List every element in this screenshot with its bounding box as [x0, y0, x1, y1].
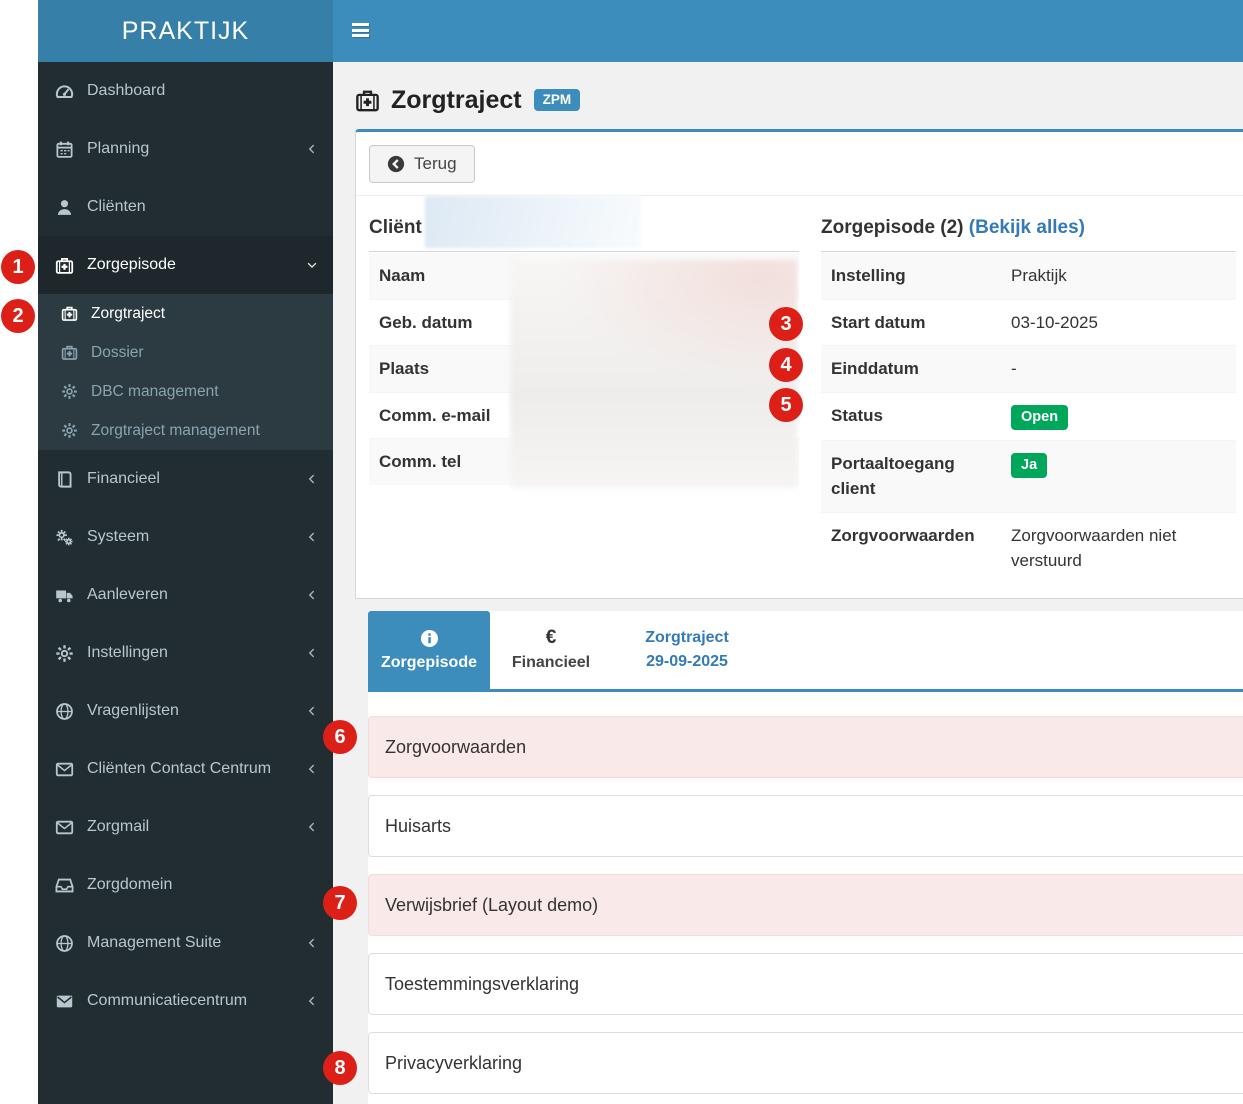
sidebar-item-zorgmail[interactable]: Zorgmail — [38, 798, 333, 856]
gear-icon — [61, 383, 78, 400]
brand-title: PRAKTIJK — [121, 16, 250, 45]
tab-financieel[interactable]: € Financieel — [490, 611, 612, 689]
brand-logo[interactable]: PRAKTIJK — [38, 0, 333, 62]
annotation-marker-8: 8 — [323, 1051, 357, 1085]
chevron-left-icon — [306, 937, 318, 949]
sidebar-item-planning[interactable]: Planning — [38, 120, 333, 178]
chevron-left-icon — [306, 473, 318, 485]
sidebar-item-communicatiecentrum[interactable]: Communicatiecentrum — [38, 972, 333, 1030]
chevron-left-icon — [306, 995, 318, 1007]
sidebar-item-management-suite[interactable]: Management Suite — [38, 914, 333, 972]
sidebar-item-dossier[interactable]: Dossier — [38, 333, 333, 372]
chevron-left-icon — [306, 647, 318, 659]
sidebar-item-aanleveren[interactable]: Aanleveren — [38, 566, 333, 624]
globe-icon — [55, 702, 74, 721]
envelope-icon — [55, 760, 74, 779]
chevron-left-icon — [306, 763, 318, 775]
inbox-icon — [55, 876, 74, 895]
annotation-marker-4: 4 — [769, 348, 803, 382]
sidebar-item-clienten-contact-centrum[interactable]: Cliënten Contact Centrum — [38, 740, 333, 798]
tab-section: Zorgepisode € Financieel Zorgtraject 29-… — [368, 611, 1243, 1104]
view-all-link[interactable]: (Bekijk alles) — [969, 217, 1085, 238]
hamburger-menu-icon[interactable] — [352, 23, 369, 40]
table-row: Instelling Praktijk — [821, 253, 1236, 299]
sidebar-item-financieel[interactable]: Financieel — [38, 450, 333, 508]
sidebar: Dashboard Planning Cliënten Zorgepisode … — [38, 62, 333, 1104]
table-row: Status Open — [821, 391, 1236, 441]
book-icon — [55, 470, 74, 489]
chevron-left-icon — [306, 705, 318, 717]
table-row: Portaaltoegang client Ja — [821, 439, 1236, 513]
table-row: Zorgvoorwaarden Zorgvoorwaarden niet ver… — [821, 511, 1236, 584]
truck-icon — [55, 586, 74, 605]
arrow-circle-left-icon — [387, 155, 405, 173]
globe-icon — [55, 934, 74, 953]
sidebar-item-clienten[interactable]: Cliënten — [38, 178, 333, 236]
chevron-left-icon — [306, 531, 318, 543]
envelope-filled-icon — [55, 992, 74, 1011]
gear-icon — [55, 644, 74, 663]
status-badge: Open — [1011, 404, 1069, 430]
page-title: Zorgtraject ZPM — [355, 82, 1243, 118]
tab-bar: Zorgepisode € Financieel Zorgtraject 29-… — [368, 611, 1243, 692]
medkit-icon — [61, 305, 78, 322]
medkit-icon — [55, 256, 74, 275]
table-row: Start datum 03-10-2025 — [821, 298, 1236, 346]
euro-icon: € — [545, 627, 557, 648]
episode-section: Zorgepisode (2) (Bekijk alles) Instellin… — [821, 204, 1236, 584]
client-section: Cliënt Naam Geb. datum Plaats Comm. e-ma… — [369, 196, 799, 584]
redacted-client-name — [425, 196, 641, 248]
calendar-icon — [55, 140, 74, 159]
top-navbar — [333, 0, 1243, 62]
sidebar-item-systeem[interactable]: Systeem — [38, 508, 333, 566]
annotation-marker-6: 6 — [323, 720, 357, 754]
episode-heading: Zorgepisode (2) (Bekijk alles) — [821, 204, 1236, 252]
accordion-verwijsbrief[interactable]: Verwijsbrief (Layout demo) — [368, 874, 1243, 936]
annotation-marker-3: 3 — [769, 307, 803, 341]
zorgepisode-submenu: Zorgtraject Dossier DBC management Zorgt… — [38, 294, 333, 450]
episode-table: Instelling Praktijk Start datum 03-10-20… — [821, 253, 1236, 584]
accordion-privacyverklaring[interactable]: Privacyverklaring — [368, 1032, 1243, 1094]
portal-access-badge: Ja — [1011, 452, 1048, 479]
sidebar-item-zorgtraject-management[interactable]: Zorgtraject management — [38, 411, 333, 450]
sidebar-item-zorgepisode[interactable]: Zorgepisode — [38, 236, 333, 294]
annotation-marker-7: 7 — [323, 886, 357, 920]
app-window: PRAKTIJK Dashboard Planning Cliënten Zor… — [38, 0, 1243, 1104]
accordion-zorgvoorwaarden[interactable]: Zorgvoorwaarden — [368, 716, 1243, 778]
gauge-icon — [55, 82, 74, 101]
sidebar-item-dashboard[interactable]: Dashboard — [38, 62, 333, 120]
tab-zorgepisode[interactable]: Zorgepisode — [368, 611, 490, 689]
chevron-down-icon — [306, 259, 318, 271]
main-content: Zorgtraject ZPM Terug Cliënt Naam Geb. d… — [333, 62, 1243, 1104]
medkit-icon — [61, 344, 78, 361]
annotation-marker-2: 2 — [1, 299, 35, 333]
sidebar-item-vragenlijsten[interactable]: Vragenlijsten — [38, 682, 333, 740]
tab-zorgtraject-datum[interactable]: Zorgtraject 29-09-2025 — [612, 611, 762, 689]
redacted-client-values — [510, 260, 797, 488]
table-row: Einddatum - — [821, 345, 1236, 392]
sidebar-item-dbc-management[interactable]: DBC management — [38, 372, 333, 411]
sidebar-item-zorgtraject[interactable]: Zorgtraject — [38, 294, 333, 333]
accordion-toestemmingsverklaring[interactable]: Toestemmingsverklaring — [368, 953, 1243, 1015]
sidebar-item-instellingen[interactable]: Instellingen — [38, 624, 333, 682]
medkit-icon — [355, 88, 380, 113]
annotation-marker-5: 5 — [769, 388, 803, 422]
chevron-left-icon — [306, 821, 318, 833]
client-heading: Cliënt — [369, 196, 799, 252]
sidebar-item-zorgdomein[interactable]: Zorgdomein — [38, 856, 333, 914]
accordion-huisarts[interactable]: Huisarts — [368, 795, 1243, 857]
chevron-left-icon — [306, 589, 318, 601]
chevron-left-icon — [306, 143, 318, 155]
gear-icon — [61, 422, 78, 439]
back-button[interactable]: Terug — [369, 145, 475, 183]
user-icon — [55, 198, 74, 217]
zpm-badge: ZPM — [533, 89, 581, 111]
info-circle-icon — [420, 629, 439, 648]
tab-content: Zorgvoorwaarden Huisarts Verwijsbrief (L… — [368, 692, 1243, 1104]
annotation-marker-1: 1 — [1, 250, 35, 284]
gears-icon — [55, 528, 74, 547]
envelope-icon — [55, 818, 74, 837]
